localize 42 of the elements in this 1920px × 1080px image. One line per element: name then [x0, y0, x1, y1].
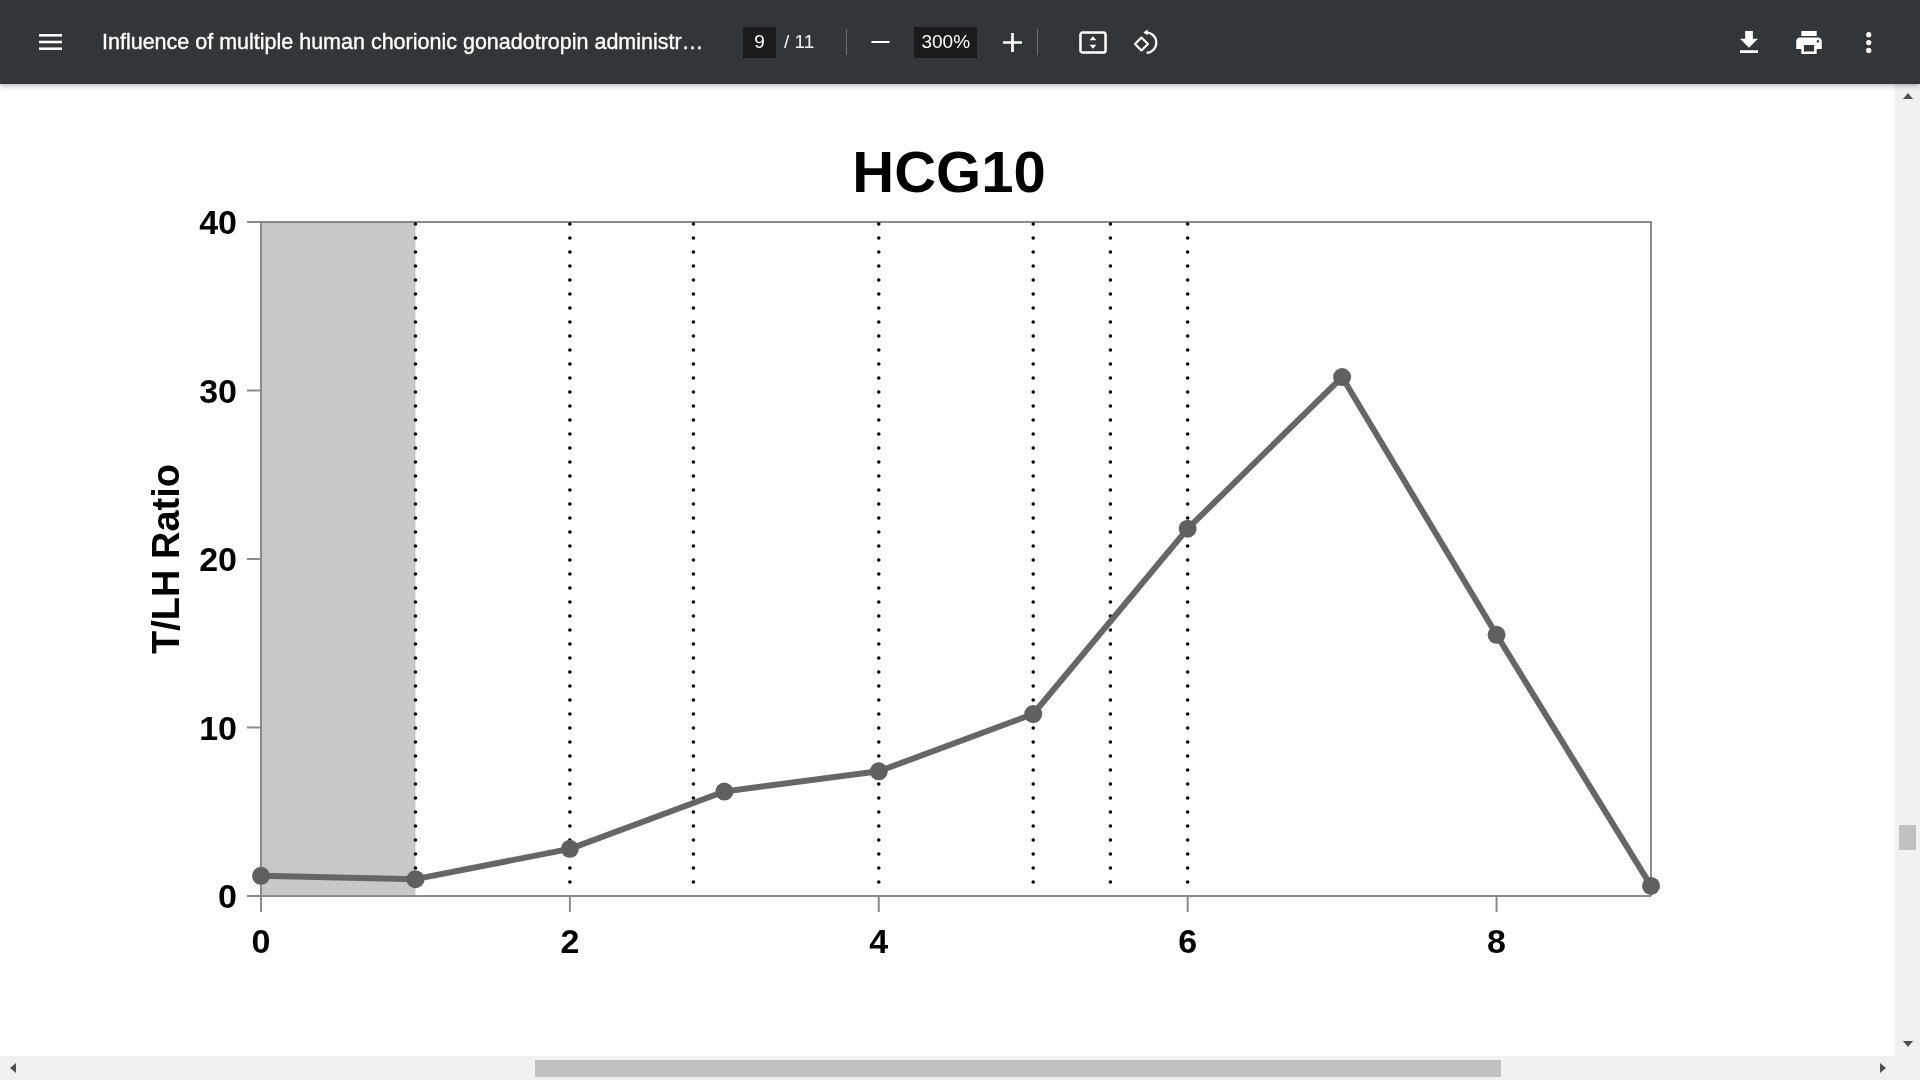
- x-tick-label: 0: [251, 922, 271, 960]
- page-count: / 11: [784, 31, 815, 53]
- y-tick-label: 0: [218, 877, 237, 915]
- menu-icon: [38, 34, 62, 50]
- triangle-down-icon: [1902, 1041, 1913, 1047]
- data-point: [869, 762, 888, 781]
- download-icon: [1740, 31, 1758, 53]
- minus-icon: [870, 40, 890, 44]
- data-point: [1333, 368, 1352, 386]
- data-point: [1642, 876, 1660, 895]
- data-point: [1487, 625, 1506, 644]
- y-tick-label: 40: [199, 203, 237, 241]
- triangle-right-icon: [1879, 1063, 1886, 1073]
- scrollbar-thumb[interactable]: [1899, 825, 1916, 850]
- x-tick-label: 4: [869, 922, 889, 960]
- x-tick-label: 2: [560, 922, 580, 960]
- page-number-field[interactable]: 9: [743, 26, 776, 58]
- printer-icon: [1796, 30, 1822, 54]
- document-title: Influence of multiple human chorionic gonadotropin administr…: [102, 29, 705, 55]
- triangle-left-icon: [9, 1063, 16, 1073]
- vertical-scrollbar[interactable]: [1895, 84, 1920, 1056]
- rotate-icon: [1133, 29, 1160, 55]
- data-point: [406, 870, 425, 889]
- data-point: [252, 866, 270, 885]
- data-point: [1178, 519, 1197, 538]
- zoom-field[interactable]: 300%: [914, 26, 978, 58]
- plus-icon: [1002, 32, 1022, 52]
- data-point: [560, 839, 579, 858]
- y-tick-label: 30: [199, 371, 237, 410]
- data-point: [1024, 705, 1043, 723]
- data-point: [715, 782, 734, 801]
- more-vertical-icon: [1866, 31, 1872, 53]
- chart-title: HCG10: [852, 139, 1046, 204]
- y-tick-label: 10: [199, 708, 237, 747]
- fit-page-icon: [1079, 30, 1108, 54]
- x-tick-label: 8: [1487, 922, 1506, 960]
- x-tick-label: 6: [1178, 922, 1198, 960]
- scrollbar-thumb[interactable]: [535, 1059, 1501, 1077]
- triangle-up-icon: [1902, 93, 1913, 99]
- horizontal-scrollbar[interactable]: [0, 1056, 1895, 1080]
- y-tick-label: 20: [199, 540, 237, 578]
- y-axis-label: T/LH Ratio: [145, 464, 187, 654]
